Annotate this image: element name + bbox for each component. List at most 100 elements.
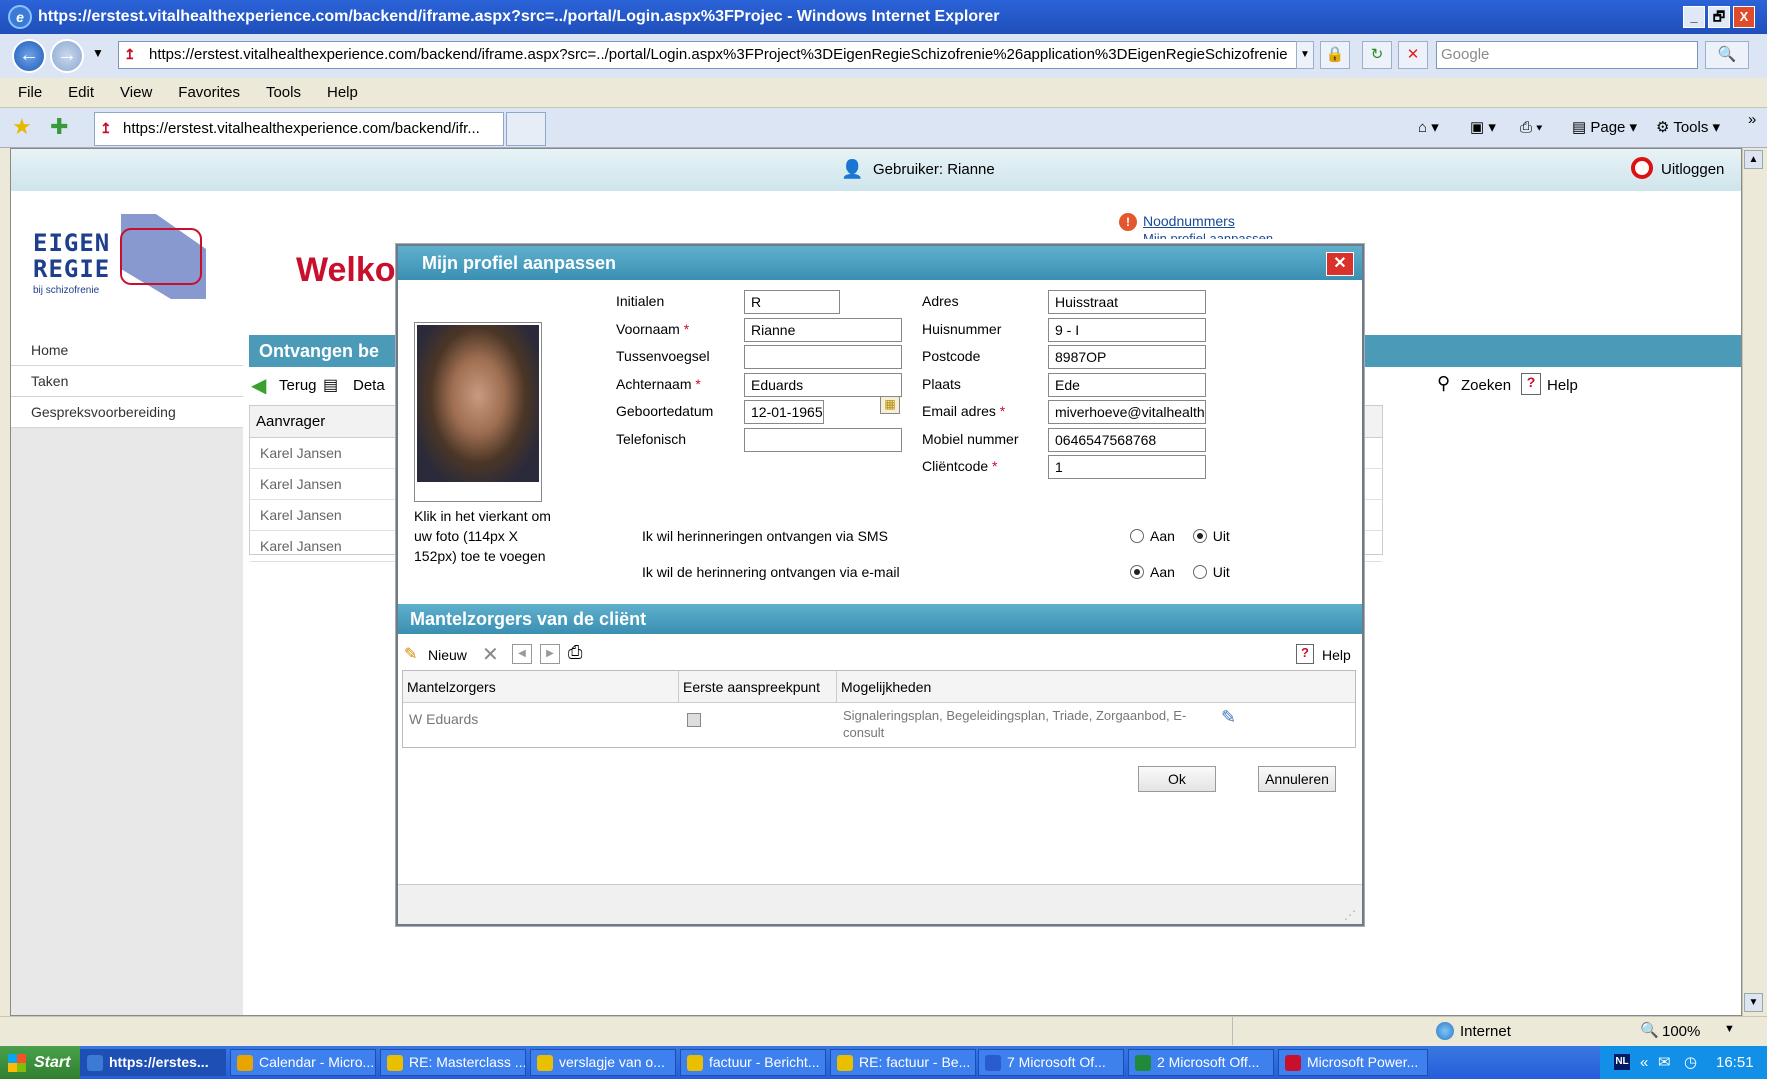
mz-help-icon[interactable]: ? <box>1296 644 1314 664</box>
url-input[interactable]: https://erstest.vitalhealthexperience.co… <box>118 41 1313 69</box>
prev-icon[interactable]: ◀ <box>512 644 532 664</box>
zoom-dropdown-icon[interactable]: ▼ <box>1724 1023 1735 1035</box>
resize-grip-icon[interactable]: ⋰ <box>1344 908 1356 922</box>
left-input-1[interactable]: Rianne <box>744 317 902 342</box>
taskbar-item[interactable]: 2 Microsoft Off... <box>1128 1049 1274 1076</box>
email-uit-radio[interactable] <box>1192 565 1207 579</box>
profile-link[interactable]: Mijn profiel aanpassen <box>1143 231 1273 239</box>
history-dropdown-icon[interactable]: ▼ <box>92 46 104 60</box>
menu-edit[interactable]: Edit <box>68 84 94 101</box>
menu-help[interactable]: Help <box>327 84 358 101</box>
logout-icon[interactable] <box>1631 157 1653 179</box>
taskbar-item[interactable]: RE: Masterclass ... <box>380 1049 526 1076</box>
cancel-button[interactable]: Annuleren <box>1258 766 1336 792</box>
help-button[interactable]: Help <box>1547 377 1578 394</box>
print-icon[interactable]: ⎙ ▾ <box>1520 116 1542 140</box>
zoom-level[interactable]: 100% <box>1662 1023 1700 1040</box>
back-icon[interactable]: ◀ <box>251 373 266 398</box>
lock-icon[interactable]: 🔒 <box>1320 41 1350 69</box>
favorites-star-icon[interactable]: ★ <box>12 114 32 140</box>
column-mantelzorgers[interactable]: Mantelzorgers <box>403 671 679 703</box>
taskbar-item[interactable]: 7 Microsoft Of... <box>978 1049 1124 1076</box>
left-input-3[interactable]: Eduards <box>744 372 902 397</box>
menu-file[interactable]: File <box>18 84 42 101</box>
left-input-5[interactable] <box>744 427 902 452</box>
binoculars-icon[interactable]: ⚲ <box>1437 373 1450 394</box>
taskbar-item[interactable]: https://erstes... <box>80 1049 226 1076</box>
detail-icon[interactable]: ▤ <box>323 375 338 395</box>
next-icon[interactable]: ▶ <box>540 644 560 664</box>
tray-expand-icon[interactable]: « <box>1640 1046 1648 1079</box>
tools-menu[interactable]: ⚙ Tools ▾ <box>1656 116 1720 140</box>
sms-uit-radio[interactable] <box>1192 529 1207 543</box>
taskbar-item[interactable]: verslagje van o... <box>530 1049 676 1076</box>
detail-button[interactable]: Deta <box>353 377 385 394</box>
refresh-icon[interactable]: ↻ <box>1362 41 1392 69</box>
add-favorite-icon[interactable]: ✚ <box>50 114 68 140</box>
home-icon[interactable]: ⌂ ▾ <box>1418 116 1439 140</box>
scroll-down-icon[interactable]: ▼ <box>1744 993 1763 1012</box>
minimize-button[interactable]: _ <box>1683 6 1705 28</box>
delete-icon[interactable]: ✕ <box>482 642 499 667</box>
taskbar-item[interactable]: factuur - Bericht... <box>680 1049 826 1076</box>
print-icon[interactable]: ⎙ <box>568 642 582 663</box>
right-input-2[interactable]: 8987OP <box>1048 345 1206 369</box>
taskbar-item[interactable]: Calendar - Micro... <box>230 1049 376 1076</box>
emergency-numbers-link[interactable]: Noodnummers <box>1143 213 1235 229</box>
search-button[interactable]: Zoeken <box>1461 377 1511 394</box>
sidebar-item-gespreksvoorbereiding[interactable]: Gespreksvoorbereiding <box>11 397 243 428</box>
column-eerste-aanspreekpunt[interactable]: Eerste aanspreekpunt <box>679 671 837 703</box>
restore-button[interactable]: 🗗 <box>1708 6 1730 28</box>
close-window-button[interactable]: X <box>1733 6 1755 28</box>
sms-aan-radio[interactable] <box>1130 529 1144 543</box>
start-button[interactable]: Start <box>0 1046 80 1079</box>
back-button[interactable]: Terug <box>279 377 317 394</box>
new-tab-button[interactable] <box>506 112 546 146</box>
stop-icon[interactable]: ✕ <box>1398 41 1428 69</box>
back-arrow-icon[interactable]: ← <box>12 39 46 73</box>
chevron-more-icon[interactable]: » <box>1748 108 1756 132</box>
help-icon[interactable]: ? <box>1521 373 1541 395</box>
right-input-0[interactable]: Huisstraat <box>1048 290 1206 314</box>
taskbar-item[interactable]: Microsoft Power... <box>1278 1049 1428 1076</box>
right-input-4[interactable]: miverhoeve@vitalhealthsc <box>1048 400 1206 424</box>
sidebar-item-home[interactable]: Home <box>11 335 243 366</box>
right-input-1[interactable]: 9 - I <box>1048 317 1206 342</box>
calendar-icon[interactable]: ▦ <box>880 394 900 414</box>
right-input-3[interactable]: Ede <box>1048 372 1206 397</box>
new-button[interactable]: Nieuw <box>428 647 467 663</box>
browser-tab[interactable]: https://erstest.vitalhealthexperience.co… <box>94 112 504 146</box>
dialog-close-button[interactable]: ✕ <box>1326 252 1354 276</box>
ok-button[interactable]: Ok <box>1138 766 1216 792</box>
mz-help-button[interactable]: Help <box>1322 647 1351 663</box>
table-row[interactable]: W Eduards Signaleringsplan, Begeleidings… <box>403 703 1355 747</box>
menu-tools[interactable]: Tools <box>266 84 301 101</box>
left-input-2[interactable] <box>744 345 902 369</box>
page-menu[interactable]: ▤ Page ▾ <box>1572 116 1637 140</box>
left-input-0[interactable]: R <box>744 290 840 314</box>
new-icon[interactable]: ✎ <box>404 644 417 664</box>
photo-upload-box[interactable] <box>414 322 542 502</box>
url-dropdown-icon[interactable]: ▼ <box>1296 41 1314 69</box>
scroll-up-icon[interactable]: ▲ <box>1744 150 1763 169</box>
feeds-icon[interactable]: ▣ ▾ <box>1470 116 1496 140</box>
calendar-tray-icon[interactable]: ◷ <box>1684 1046 1697 1079</box>
first-contact-checkbox[interactable] <box>687 713 701 727</box>
mail-icon[interactable]: ✉ <box>1658 1046 1671 1079</box>
search-input[interactable]: Google <box>1436 41 1698 69</box>
edit-icon[interactable]: ✎ <box>1221 707 1236 728</box>
left-input-4[interactable]: 12-01-1965 <box>744 400 824 424</box>
email-aan-radio[interactable] <box>1130 565 1144 579</box>
forward-arrow-icon[interactable]: → <box>50 39 84 73</box>
taskbar-item[interactable]: RE: factuur - Be... <box>830 1049 976 1076</box>
menu-view[interactable]: View <box>120 84 152 101</box>
right-input-5[interactable]: 0646547568768 <box>1048 427 1206 452</box>
page-scrollbar[interactable]: ▲ ▼ <box>1742 148 1764 1016</box>
column-mogelijkheden[interactable]: Mogelijkheden <box>837 671 1355 703</box>
search-icon[interactable]: 🔍 <box>1705 41 1749 69</box>
menu-favorites[interactable]: Favorites <box>178 84 240 101</box>
language-indicator[interactable]: NL <box>1614 1054 1630 1070</box>
right-input-6[interactable]: 1 <box>1048 455 1206 479</box>
zoom-icon[interactable]: 🔍 <box>1640 1021 1659 1039</box>
logout-link[interactable]: Uitloggen <box>1661 161 1724 178</box>
